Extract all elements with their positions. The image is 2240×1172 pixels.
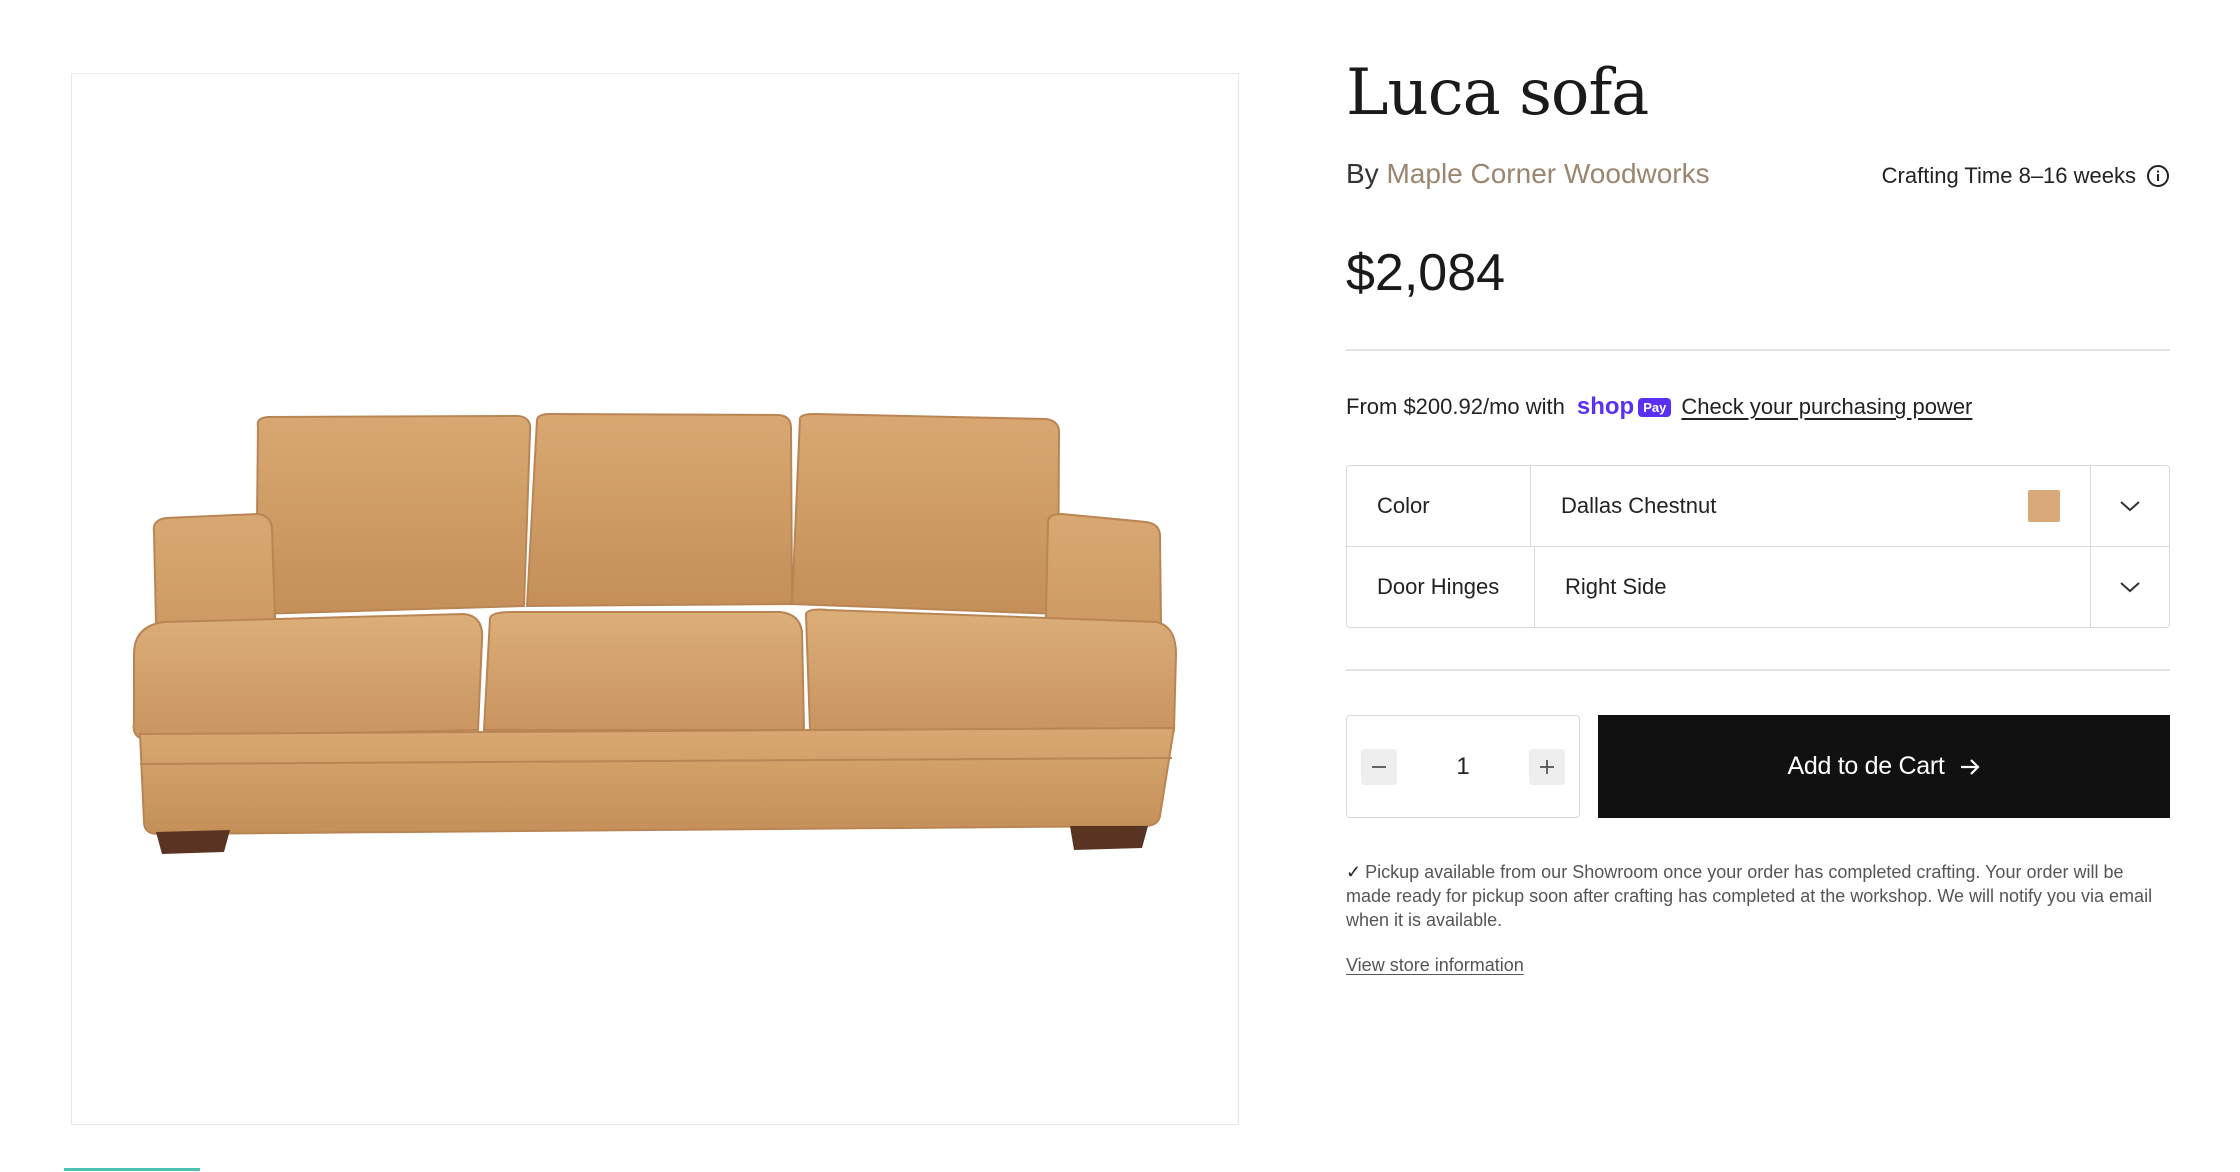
product-title: Luca sofa bbox=[1346, 56, 1649, 130]
option-label: Color bbox=[1347, 466, 1531, 546]
plus-icon bbox=[1540, 759, 1554, 774]
vendor-link[interactable]: Maple Corner Woodworks bbox=[1386, 158, 1709, 189]
quantity-increase-button[interactable] bbox=[1529, 748, 1565, 785]
crafting-time-text: Crafting Time 8–16 weeks bbox=[1881, 163, 2136, 188]
option-color[interactable]: Color Dallas Chestnut bbox=[1347, 466, 2169, 546]
door-hinges-dropdown-toggle[interactable] bbox=[2090, 547, 2169, 627]
option-value: Dallas Chestnut bbox=[1561, 493, 1717, 518]
quantity-decrease-button[interactable] bbox=[1361, 748, 1397, 785]
color-select[interactable]: Dallas Chestnut bbox=[1531, 466, 2090, 546]
checkmark-icon: ✓ bbox=[1346, 862, 1362, 882]
quantity-stepper bbox=[1346, 715, 1580, 818]
shop-pay-logo: shop Pay bbox=[1576, 393, 1672, 421]
add-to-cart-label: Add to de Cart bbox=[1787, 752, 1945, 780]
product-image-frame[interactable] bbox=[71, 73, 1239, 1125]
vendor-line: By Maple Corner Woodworks bbox=[1346, 158, 1710, 190]
minus-icon bbox=[1372, 765, 1386, 768]
option-door-hinges[interactable]: Door Hinges Right Side bbox=[1347, 546, 2169, 627]
option-label: Door Hinges bbox=[1347, 547, 1535, 627]
gallery-thumbnail-indicator[interactable] bbox=[64, 1168, 200, 1171]
add-to-cart-button[interactable]: Add to de Cart bbox=[1598, 715, 2170, 818]
installments-text: From $200.92/mo with bbox=[1346, 394, 1565, 419]
by-prefix: By bbox=[1346, 158, 1379, 189]
pickup-text: Pickup available from our Showroom once … bbox=[1346, 862, 2153, 930]
divider bbox=[1346, 669, 2170, 671]
pickup-notice: ✓ Pickup available from our Showroom once… bbox=[1346, 860, 2170, 932]
divider bbox=[1346, 349, 2170, 351]
shop-pay-installments: From $200.92/mo with shop Pay Check your… bbox=[1346, 393, 1972, 421]
variant-options: Color Dallas Chestnut Door Hinges Right … bbox=[1346, 465, 2170, 628]
quantity-input[interactable] bbox=[1431, 751, 1495, 782]
crafting-time: Crafting Time 8–16 weeks bbox=[1882, 163, 2170, 189]
info-circle-icon[interactable] bbox=[2146, 164, 2170, 188]
chevron-down-icon bbox=[2120, 501, 2140, 512]
sofa-image bbox=[132, 412, 1178, 854]
color-swatch bbox=[2028, 490, 2060, 522]
door-hinges-select[interactable]: Right Side bbox=[1535, 547, 2090, 627]
shop-pay-wordmark: shop bbox=[1576, 393, 1635, 420]
arrow-right-icon bbox=[1960, 758, 1980, 775]
chevron-down-icon bbox=[2120, 582, 2140, 593]
color-dropdown-toggle[interactable] bbox=[2090, 466, 2169, 546]
option-value: Right Side bbox=[1565, 574, 1667, 599]
product-price: $2,084 bbox=[1346, 244, 1506, 302]
shop-pay-badge: Pay bbox=[1638, 397, 1672, 417]
purchasing-power-link[interactable]: Check your purchasing power bbox=[1681, 394, 1972, 420]
view-store-information-link[interactable]: View store information bbox=[1346, 955, 1524, 976]
